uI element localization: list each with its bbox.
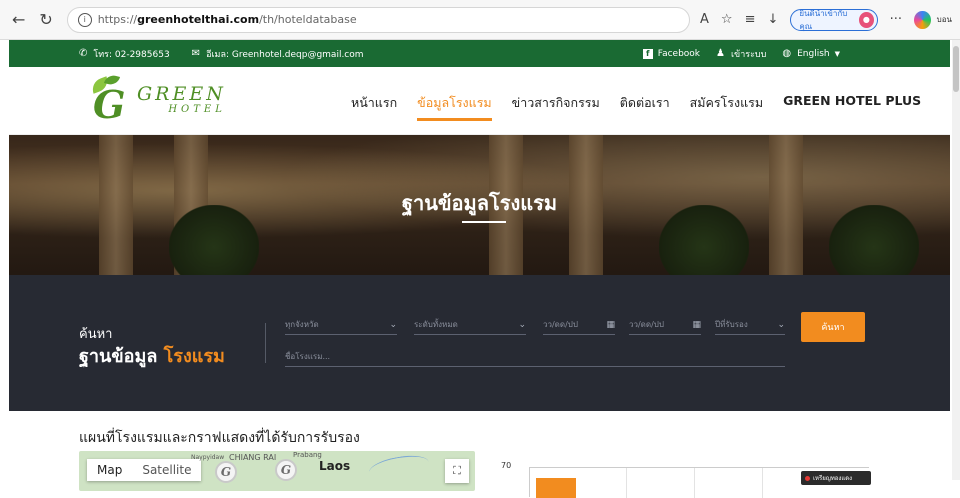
hero-underline <box>462 221 506 223</box>
logo-wordmark: GREEN HOTEL <box>137 83 226 115</box>
email-contact[interactable]: ✉ อีเมล: Greenhotel.deqp@gmail.com <box>192 47 364 61</box>
url-host: greenhotelthai.com <box>137 13 260 26</box>
page-scrollbar[interactable] <box>952 40 960 480</box>
chevron-down-icon: ⌄ <box>389 319 397 330</box>
profile-tail-text: บอน <box>936 15 953 24</box>
browser-tools: A ☆ ≡ ↓ ยินดีนำเข้ากับคุณ ● ··· บอน <box>700 8 953 31</box>
language-text: English <box>797 48 830 59</box>
map-label-prabang: Prabang <box>293 451 322 459</box>
profile-avatar-icon: ● <box>859 11 874 28</box>
nav-news[interactable]: ข่าวสารกิจกรรม <box>512 93 600 121</box>
favorites-list-icon[interactable]: ≡ <box>745 12 756 27</box>
level-select[interactable]: ระดับทั้งหมด ⌄ <box>414 315 526 335</box>
download-icon[interactable]: ↓ <box>767 12 778 27</box>
chart-y-tick: 70 <box>501 461 512 470</box>
search-panel: ค้นหา ฐานข้อมูล โรงแรม ทุกจังหวัด ⌄ ระดับ… <box>9 275 950 411</box>
logo-mark: G <box>89 73 133 125</box>
main-nav: หน้าแรก ข้อมูลโรงแรม ข่าวสารกิจกรรม ติดต… <box>351 93 941 121</box>
envelope-icon: ✉ <box>191 48 201 59</box>
map-chart-section: แผนที่โรงแรมและกราฟแสดงที่ได้รับการรับรอ… <box>9 411 950 498</box>
hotel-map[interactable]: Map Satellite Naypyidaw CHIANG RAI Praba… <box>79 451 475 491</box>
email-text: อีเมล: Greenhotel.deqp@gmail.com <box>206 49 364 60</box>
refresh-icon[interactable]: ↻ <box>35 9 56 31</box>
hero-title: ฐานข้อมูลโรงแรม <box>401 191 558 215</box>
nav-home[interactable]: หน้าแรก <box>351 93 397 121</box>
chart-legend-badge[interactable]: เหรียญทองแดง <box>801 471 871 485</box>
url-protocol: https:// <box>97 13 138 26</box>
back-icon[interactable]: ← <box>8 9 29 31</box>
search-title: ฐานข้อมูล โรงแรม <box>79 346 225 367</box>
read-aloud-icon[interactable]: A <box>700 12 709 27</box>
hotel-marker-icon[interactable]: G <box>275 459 297 481</box>
copilot-icon[interactable] <box>914 10 931 29</box>
nav-hotel-info[interactable]: ข้อมูลโรงแรม <box>417 93 492 121</box>
map-label-laos: Laos <box>319 459 351 473</box>
search-divider <box>265 323 266 363</box>
facebook-icon: f <box>642 48 653 59</box>
map-type-tabs: Map Satellite <box>87 459 202 481</box>
phone-icon: ✆ <box>79 48 88 59</box>
calendar-icon: ▦ <box>606 319 615 330</box>
login-link[interactable]: ♟ เข้าระบบ <box>716 47 766 61</box>
year-select[interactable]: ปีที่รับรอง ⌄ <box>715 315 785 335</box>
chevron-down-icon: ⌄ <box>518 319 526 330</box>
section-title: แผนที่โรงแรมและกราฟแสดงที่ได้รับการรับรอ… <box>79 430 360 446</box>
login-text: เข้าระบบ <box>730 49 767 60</box>
site-info-icon[interactable]: i <box>77 12 92 27</box>
chevron-down-icon: ⌄ <box>777 319 785 330</box>
facebook-text: Facebook <box>657 48 701 59</box>
phone-contact[interactable]: ✆ โทร: 02-2985653 <box>79 47 170 61</box>
hotel-name-input[interactable]: ชื่อโรงแรม... <box>285 347 785 367</box>
map-tab-map[interactable]: Map <box>87 459 132 481</box>
browser-toolbar: ← ↻ i https:// greenhotelthai.com /th/ho… <box>0 0 960 40</box>
site-logo[interactable]: G GREEN HOTEL <box>89 73 226 125</box>
fullscreen-icon[interactable]: ⛶ <box>445 459 469 483</box>
user-icon: ♟ <box>716 48 725 59</box>
top-contact-bar: ✆ โทร: 02-2985653 ✉ อีเมล: Greenhotel.de… <box>9 40 950 67</box>
phone-text: โทร: 02-2985653 <box>93 49 170 60</box>
profile-sync-button[interactable]: ยินดีนำเข้ากับคุณ ● <box>790 8 878 31</box>
favorite-star-icon[interactable]: ☆ <box>721 12 733 27</box>
address-bar[interactable]: i https:// greenhotelthai.com /th/hoteld… <box>66 6 690 33</box>
hero-banner: ฐานข้อมูลโรงแรม <box>9 135 950 275</box>
date-to-input[interactable]: วว/ดด/ปป ▦ <box>629 315 701 335</box>
province-select[interactable]: ทุกจังหวัด ⌄ <box>285 315 397 335</box>
sync-label: ยินดีนำเข้ากับคุณ <box>799 8 848 31</box>
calendar-icon: ▦ <box>692 319 701 330</box>
date-from-input[interactable]: วว/ดด/ปป ▦ <box>543 315 615 335</box>
nav-contact[interactable]: ติดต่อเรา <box>620 93 670 121</box>
chevron-down-icon: ▼ <box>834 49 840 58</box>
language-selector[interactable]: ◍ English ▼ <box>782 48 840 59</box>
facebook-link[interactable]: f Facebook <box>642 48 701 59</box>
map-label-chiang-rai: CHIANG RAI <box>229 453 277 462</box>
chart-bar[interactable] <box>536 478 576 498</box>
search-button[interactable]: ค้นหา <box>801 312 865 342</box>
map-tab-satellite[interactable]: Satellite <box>132 459 201 481</box>
map-label-naypyidaw: Naypyidaw <box>191 454 225 461</box>
nav-green-hotel-plus[interactable]: GREEN HOTEL PLUS <box>783 93 921 121</box>
more-options-icon[interactable]: ··· <box>890 12 902 27</box>
url-path: /th/hoteldatabase <box>259 13 357 26</box>
globe-icon: ◍ <box>782 48 792 59</box>
site-header: G GREEN HOTEL หน้าแรก ข้อมูลโรงแรม ข่าวส… <box>9 67 950 135</box>
nav-register[interactable]: สมัครโรงแรม <box>690 93 764 121</box>
